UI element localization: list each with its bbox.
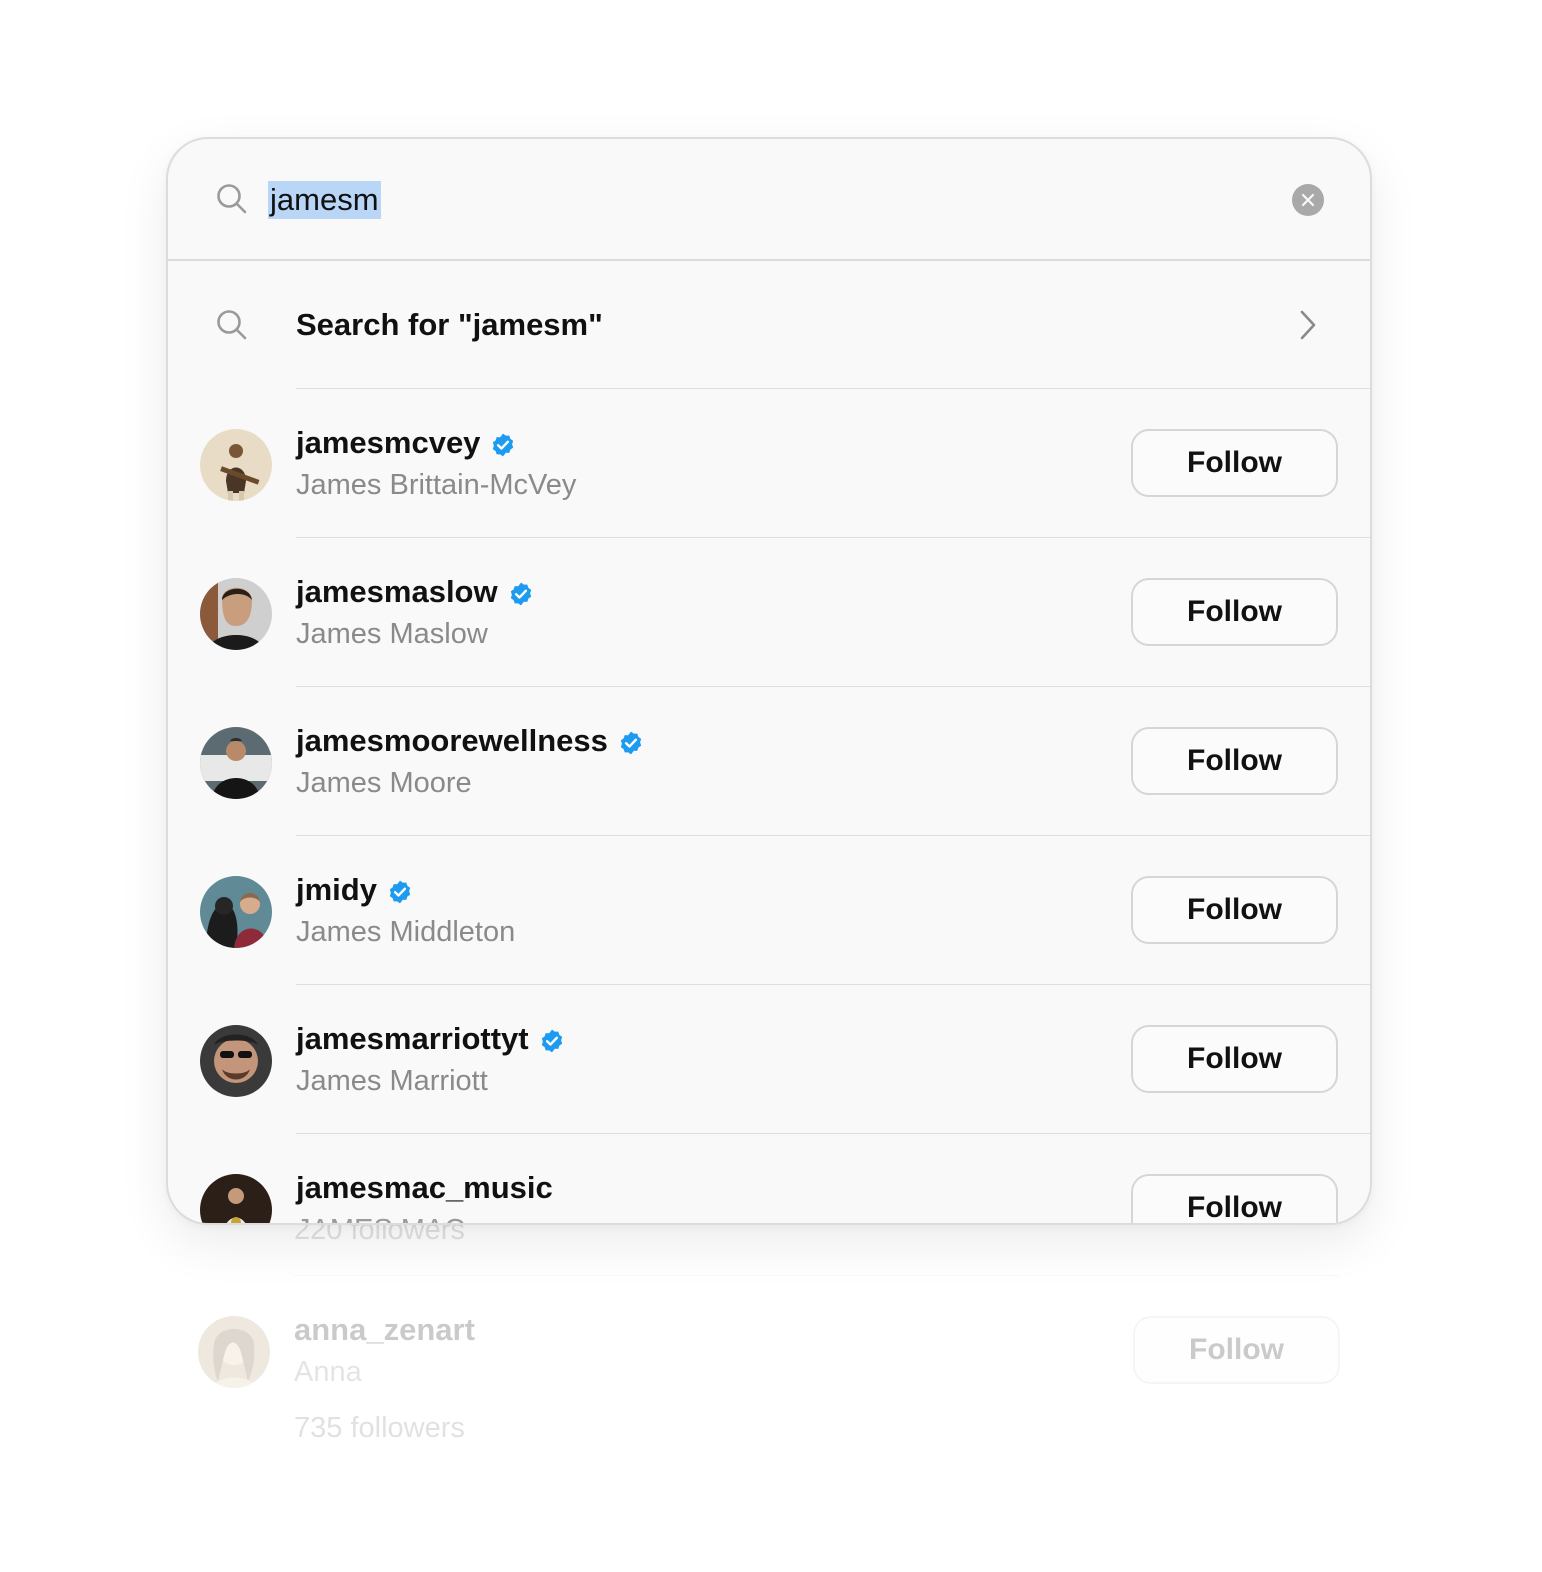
followers-count: 735 followers — [294, 1412, 465, 1444]
follow-button[interactable]: Follow — [1131, 578, 1338, 646]
search-input[interactable]: jamesm — [268, 181, 381, 219]
username-text: jamesmarriottyt — [296, 1021, 529, 1056]
verified-badge-icon — [508, 579, 534, 606]
verified-badge-icon — [387, 877, 413, 904]
search-icon — [216, 309, 248, 341]
list-item[interactable]: jamesmcvey James Brittain-McVey Follow — [168, 389, 1370, 537]
follow-button[interactable]: Follow — [1131, 876, 1338, 944]
search-bar: jamesm — [168, 139, 1370, 261]
verified-badge-icon — [490, 430, 516, 457]
search-icon — [216, 183, 248, 215]
list-item[interactable]: jamesmaslow James Maslow Follow — [168, 538, 1370, 686]
username: jamesmac_music — [296, 1170, 553, 1206]
username: jamesmarriottyt — [296, 1021, 565, 1057]
list-item[interactable]: anna_zenart Anna 735 followers Follow — [166, 1276, 1372, 1444]
follow-button[interactable]: Follow — [1131, 727, 1338, 795]
clear-icon — [1301, 193, 1315, 207]
full-name: James Marriott — [296, 1065, 488, 1097]
username: jamesmaslow — [296, 574, 534, 610]
search-for-row[interactable]: Search for "jamesm" — [168, 261, 1370, 389]
avatar — [198, 1316, 270, 1388]
username: anna_zenart — [294, 1312, 475, 1348]
username: jamesmcvey — [296, 425, 516, 461]
username: jmidy — [296, 872, 413, 908]
follow-button[interactable]: Follow — [1131, 1174, 1338, 1223]
full-name: James Middleton — [296, 916, 516, 948]
full-name: James Moore — [296, 767, 472, 799]
full-name: JAMES MAC — [296, 1214, 465, 1223]
full-name: James Brittain-McVey — [296, 469, 577, 501]
username-text: jamesmaslow — [296, 574, 498, 609]
search-panel: jamesm Search for "jamesm" jamesmcvey Ja… — [166, 137, 1372, 1225]
chevron-right-icon — [1298, 309, 1318, 341]
username-text: jamesmcvey — [296, 425, 481, 460]
follow-button[interactable]: Follow — [1131, 1025, 1338, 1093]
username-text: jamesmac_music — [296, 1170, 553, 1205]
username-text: jmidy — [296, 872, 377, 907]
full-name: James Maslow — [296, 618, 488, 650]
follow-button[interactable]: Follow — [1131, 429, 1338, 497]
full-name: Anna — [294, 1356, 362, 1388]
avatar — [200, 1025, 272, 1097]
follow-button[interactable]: Follow — [1133, 1316, 1340, 1384]
list-item[interactable]: jamesmac_music JAMES MAC Follow — [168, 1134, 1370, 1223]
username: jamesmoorewellness — [296, 723, 644, 759]
avatar — [200, 876, 272, 948]
verified-badge-icon — [539, 1026, 565, 1053]
list-item[interactable]: jamesmarriottyt James Marriott Follow — [168, 985, 1370, 1133]
avatar — [200, 429, 272, 501]
avatar — [200, 1174, 272, 1223]
clear-search-button[interactable] — [1292, 184, 1324, 216]
verified-badge-icon — [618, 728, 644, 755]
username-text: anna_zenart — [294, 1312, 475, 1347]
search-for-label: Search for "jamesm" — [296, 307, 603, 342]
avatar — [200, 727, 272, 799]
avatar — [200, 578, 272, 650]
username-text: jamesmoorewellness — [296, 723, 608, 758]
list-item[interactable]: jamesmoorewellness James Moore Follow — [168, 687, 1370, 835]
list-item[interactable]: jmidy James Middleton Follow — [168, 836, 1370, 984]
search-overlay: 220 followers anna_zenart Anna 735 follo… — [0, 0, 1542, 1572]
